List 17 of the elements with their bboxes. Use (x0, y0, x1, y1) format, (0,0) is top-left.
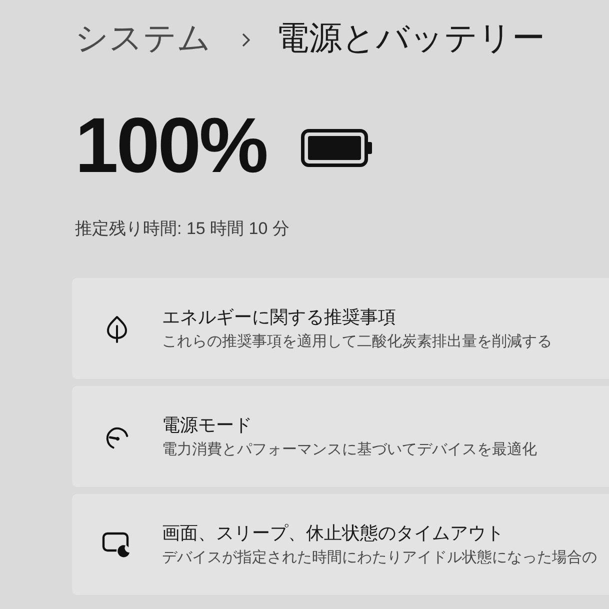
page-title: 電源とバッテリー (276, 18, 545, 58)
breadcrumb-parent[interactable]: システム (75, 16, 211, 60)
chevron-icon (242, 33, 250, 47)
sleep-icon (102, 532, 132, 558)
card-title: エネルギーに関する推奨事項 (162, 306, 396, 328)
settings-card[interactable]: 画面、スリープ、休止状態のタイムアウト デバイスが指定された時間にわたりアイドル状態になった場合の (72, 494, 609, 595)
settings-card[interactable]: 電源モード 電力消費とパフォーマンスに基づいてデバイスを最適化 (72, 386, 609, 487)
settings-card[interactable]: エネルギーに関する推奨事項 これらの推奨事項を適用して二酸化炭素排出量を削減する (72, 278, 609, 379)
card-description: デバイスが指定された時間にわたりアイドル状態になった場合の (162, 548, 597, 568)
card-title: 電源モード (162, 414, 252, 436)
card-title: 画面、スリープ、休止状態のタイムアウト (162, 522, 504, 544)
battery-icon (300, 129, 372, 167)
leaf-icon (106, 314, 128, 342)
card-description: これらの推奨事項を適用して二酸化炭素排出量を削減する (162, 332, 552, 352)
estimated-time: 推定残り時間: 15 時間 10 分 (75, 218, 290, 240)
battery-percentage: 100% (75, 100, 266, 190)
card-description: 電力消費とパフォーマンスに基づいてデバイスを最適化 (162, 440, 537, 460)
